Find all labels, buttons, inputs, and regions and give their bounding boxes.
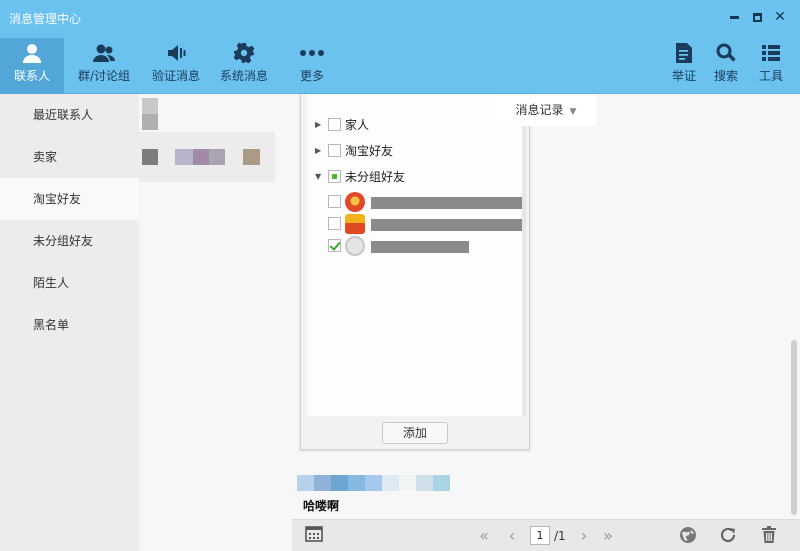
gear-icon xyxy=(212,42,276,68)
sidebar-item-sellers[interactable]: 卖家 xyxy=(0,136,139,178)
pixelated-name xyxy=(371,219,525,231)
prev-page-icon[interactable]: ‹ xyxy=(502,526,522,546)
group-row-ungrouped[interactable]: ▼ 未分组好友 xyxy=(307,166,525,188)
nav-groups[interactable]: 群/讨论组 xyxy=(72,38,136,94)
group-icon xyxy=(72,42,136,68)
maximize-icon[interactable] xyxy=(748,8,766,26)
pixelated-avatar xyxy=(142,114,158,130)
avatar xyxy=(345,236,365,256)
friend-row[interactable] xyxy=(307,213,525,235)
contact-category-sidebar: 最近联系人 卖家 淘宝好友 未分组好友 陌生人 黑名单 xyxy=(0,94,139,551)
trash-icon[interactable] xyxy=(759,526,779,546)
pixelated-name xyxy=(209,149,225,165)
group-label: 家人 xyxy=(345,118,370,132)
first-page-icon[interactable]: « xyxy=(474,526,494,546)
group-row-taobao-friends[interactable]: ▶ 淘宝好友 xyxy=(307,140,525,162)
picker-scrollbar[interactable] xyxy=(522,94,526,416)
triangle-down-icon[interactable]: ▼ xyxy=(315,166,321,188)
nav-verify-label: 验证消息 xyxy=(151,69,200,83)
pixelated-avatar xyxy=(142,98,158,114)
caret-down-icon[interactable]: ▼ xyxy=(570,107,577,117)
message-text: 哈喽啊 xyxy=(303,499,340,513)
header-bar: 消息管理中心 ✕ 联系人 群/讨论组 验证消息 系统消息 更多 举证 搜索 工具 xyxy=(0,0,800,94)
minimize-icon[interactable] xyxy=(725,8,743,26)
contact-list xyxy=(139,94,292,551)
avatar xyxy=(345,214,365,234)
next-page-icon[interactable]: › xyxy=(574,526,594,546)
more-dots-icon xyxy=(280,42,344,68)
friend-row[interactable] xyxy=(307,191,525,213)
bottom-toolbar: « ‹ 1 /1 › » xyxy=(292,519,800,551)
pixelated-name xyxy=(371,197,525,209)
group-checkbox[interactable] xyxy=(328,118,341,131)
friend-checkbox-checked[interactable] xyxy=(328,239,341,252)
friend-checkbox[interactable] xyxy=(328,195,341,208)
page-number-input[interactable]: 1 xyxy=(530,526,550,545)
nav-search-label: 搜索 xyxy=(713,69,738,83)
window-title: 消息管理中心 xyxy=(9,12,82,26)
group-row-family[interactable]: ▶ 家人 xyxy=(307,114,525,136)
page-total: /1 xyxy=(554,529,566,543)
group-label: 未分组好友 xyxy=(345,170,406,184)
sidebar-item-strangers[interactable]: 陌生人 xyxy=(0,262,139,304)
speaker-icon xyxy=(144,42,208,68)
triangle-right-icon[interactable]: ▶ xyxy=(315,140,321,162)
nav-system-label: 系统消息 xyxy=(219,69,268,83)
nav-search[interactable]: 搜索 xyxy=(706,38,746,94)
last-page-icon[interactable]: » xyxy=(598,526,618,546)
friend-row[interactable] xyxy=(307,235,525,257)
group-label: 淘宝好友 xyxy=(345,144,394,158)
calendar-icon[interactable] xyxy=(304,526,324,546)
nav-groups-label: 群/讨论组 xyxy=(77,69,131,83)
nav-more[interactable]: 更多 xyxy=(280,38,344,94)
friend-checkbox[interactable] xyxy=(328,217,341,230)
avatar xyxy=(345,192,365,212)
pixelated-sender xyxy=(297,475,450,491)
nav-system[interactable]: 系统消息 xyxy=(212,38,276,94)
report-icon xyxy=(664,42,704,68)
nav-report-label: 举证 xyxy=(671,69,696,83)
add-button[interactable]: 添加 xyxy=(382,422,448,444)
sidebar-item-blacklist[interactable]: 黑名单 xyxy=(0,304,139,346)
sidebar-item-taobao-friends[interactable]: 淘宝好友 xyxy=(0,178,139,220)
triangle-right-icon[interactable]: ▶ xyxy=(315,114,321,136)
friend-picker-list: ▶ 家人 ▶ 淘宝好友 ▼ 未分组好友 xyxy=(307,94,525,416)
search-icon xyxy=(706,42,746,68)
nav-verify[interactable]: 验证消息 xyxy=(144,38,208,94)
message-record-tab[interactable]: 消息记录 ▼ xyxy=(496,94,596,126)
nav-tools-label: 工具 xyxy=(758,69,783,83)
message-record-label: 消息记录 xyxy=(515,103,564,117)
pixelated-name xyxy=(371,241,469,253)
group-checkbox[interactable] xyxy=(328,144,341,157)
close-icon[interactable]: ✕ xyxy=(771,8,789,26)
pixelated-name xyxy=(175,149,193,165)
pixelated-avatar xyxy=(142,149,158,165)
nav-report[interactable]: 举证 xyxy=(664,38,704,94)
pixelated-name xyxy=(193,149,209,165)
pixelated-name xyxy=(243,149,260,165)
refresh-icon[interactable] xyxy=(718,526,738,546)
nav-more-label: 更多 xyxy=(299,69,324,83)
tools-list-icon xyxy=(750,42,792,68)
nav-tools[interactable]: 工具 xyxy=(750,38,792,94)
group-checkbox-partial[interactable] xyxy=(328,170,341,183)
main-pane: ▶ 家人 ▶ 淘宝好友 ▼ 未分组好友 添加 消息记录 ▼ 哈喽啊 « ‹ 1 … xyxy=(292,94,800,551)
sidebar-item-recent[interactable]: 最近联系人 xyxy=(0,94,139,136)
nav-contacts-label: 联系人 xyxy=(13,69,50,83)
nav-contacts[interactable]: 联系人 xyxy=(0,38,64,94)
message-scrollbar-thumb[interactable] xyxy=(791,340,797,515)
person-icon xyxy=(0,42,64,68)
sidebar-item-ungrouped[interactable]: 未分组好友 xyxy=(0,220,139,262)
globe-icon[interactable] xyxy=(678,526,698,546)
friend-picker-panel: ▶ 家人 ▶ 淘宝好友 ▼ 未分组好友 添加 xyxy=(300,94,530,450)
